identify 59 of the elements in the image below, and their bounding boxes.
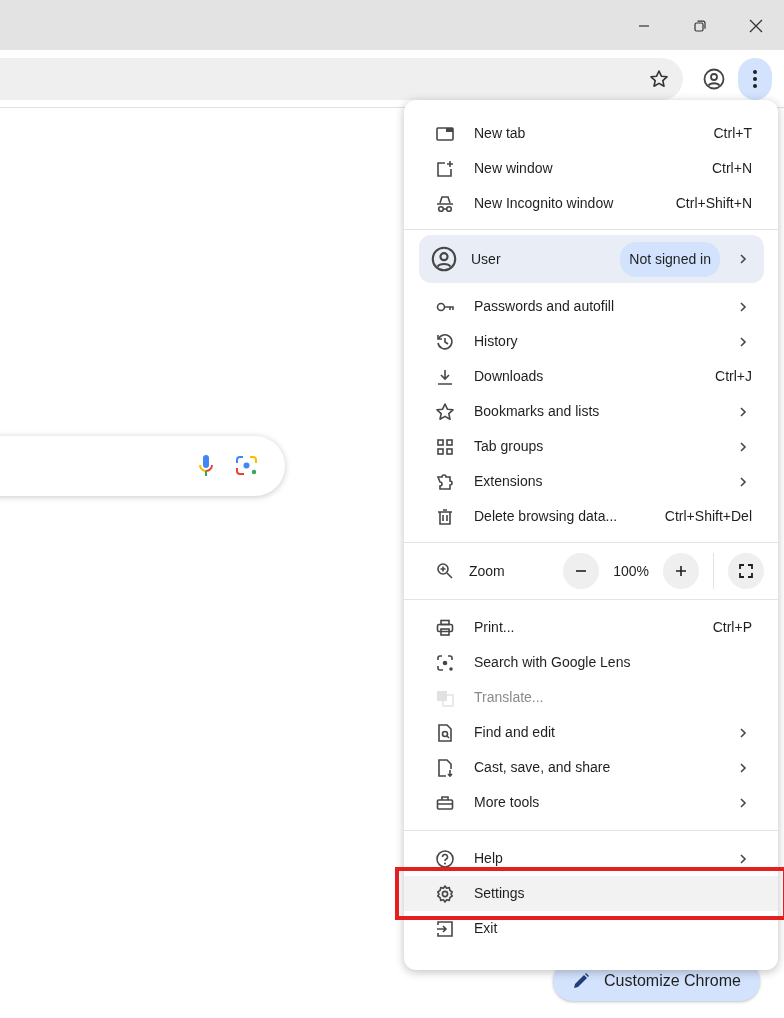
menu-item[interactable]: Extensions bbox=[404, 464, 778, 499]
zoom-in-button[interactable] bbox=[663, 553, 699, 589]
plus-icon bbox=[674, 564, 688, 578]
menu-item[interactable]: Passwords and autofill bbox=[404, 289, 778, 324]
document-search-icon bbox=[435, 722, 455, 743]
fullscreen-button[interactable] bbox=[728, 553, 764, 589]
shortcut-label: Ctrl+N bbox=[711, 159, 752, 178]
star-icon bbox=[435, 401, 455, 422]
menu-item[interactable]: Tab groups bbox=[404, 429, 778, 464]
puzzle-icon bbox=[435, 471, 455, 492]
shortcut-label: Ctrl+Shift+N bbox=[675, 194, 752, 213]
menu-item[interactable]: Help bbox=[404, 841, 778, 876]
menu-item[interactable]: Exit bbox=[404, 911, 778, 946]
menu-button[interactable] bbox=[738, 57, 772, 100]
menu-item[interactable]: Settings bbox=[404, 876, 778, 911]
star-icon[interactable] bbox=[649, 68, 669, 89]
pencil-icon bbox=[572, 972, 591, 990]
document-download-icon bbox=[435, 757, 455, 778]
zoom-level: 100% bbox=[613, 561, 649, 581]
shortcut-label: Ctrl+P bbox=[712, 618, 752, 637]
shortcut-label: Ctrl+T bbox=[713, 124, 752, 143]
menu-item[interactable]: Bookmarks and lists bbox=[404, 394, 778, 429]
menu-item[interactable]: More tools bbox=[404, 785, 778, 820]
trash-icon bbox=[435, 506, 455, 527]
camera-search-icon[interactable] bbox=[235, 455, 259, 477]
new-window-icon bbox=[435, 158, 455, 179]
zoom-label: Zoom bbox=[469, 561, 505, 581]
shortcut-label: Ctrl+Shift+Del bbox=[664, 507, 752, 526]
menu-item[interactable]: Cast, save, and share bbox=[404, 750, 778, 785]
help-icon bbox=[435, 848, 455, 869]
incognito-icon bbox=[435, 193, 455, 214]
close-icon bbox=[749, 18, 763, 33]
sign-in-status: Not signed in bbox=[620, 241, 720, 277]
menu-item[interactable]: New window Ctrl+N bbox=[404, 151, 778, 186]
printer-icon bbox=[435, 617, 455, 638]
profile-name: User bbox=[471, 249, 501, 269]
menu-icon bbox=[752, 69, 758, 90]
grid-icon bbox=[435, 436, 455, 457]
menu-item[interactable]: New tab Ctrl+T bbox=[404, 116, 778, 151]
menu-item[interactable]: Downloads Ctrl+J bbox=[404, 359, 778, 394]
menu-item[interactable]: Find and edit bbox=[404, 715, 778, 750]
zoom-icon bbox=[435, 561, 455, 581]
menu-item[interactable]: History bbox=[404, 324, 778, 359]
menu-item[interactable]: Print... Ctrl+P bbox=[404, 610, 778, 645]
chevron-right-icon bbox=[738, 253, 748, 265]
history-icon bbox=[435, 331, 455, 352]
microphone-icon[interactable] bbox=[198, 454, 214, 478]
restore-icon bbox=[694, 19, 706, 32]
exit-icon bbox=[435, 918, 455, 939]
menu-item[interactable]: Search with Google Lens bbox=[404, 645, 778, 680]
settings-icon bbox=[435, 883, 455, 904]
profile-menu-item[interactable]: User Not signed in bbox=[419, 235, 764, 283]
camera-search-icon bbox=[435, 652, 455, 673]
fullscreen-icon bbox=[738, 563, 754, 579]
menu-item[interactable]: Delete browsing data... Ctrl+Shift+Del bbox=[404, 499, 778, 534]
menu-item[interactable]: New Incognito window Ctrl+Shift+N bbox=[404, 186, 778, 221]
profile-icon bbox=[703, 67, 725, 90]
shortcut-label: Ctrl+J bbox=[715, 367, 752, 386]
profile-icon bbox=[431, 246, 457, 272]
